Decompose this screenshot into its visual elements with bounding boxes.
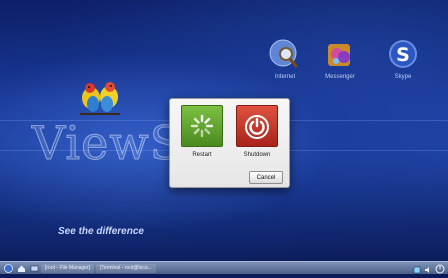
show-desktop-icon[interactable] [29,263,39,273]
network-icon[interactable] [413,259,421,278]
restart-spinner-icon [190,114,214,138]
viewsonic-birds-logo [78,78,122,116]
restart-label: Restart [192,152,212,158]
shutdown-tile[interactable] [236,105,278,147]
desktop-icon-label: Messenger [325,74,355,80]
svg-text:S: S [396,44,410,66]
logout-dialog: Restart Shutdown Cancel [169,98,290,188]
desktop-icon-label: Skype [394,74,412,80]
system-tray [413,259,448,278]
home-icon[interactable] [16,263,26,273]
shutdown-label: Shutdown [243,152,271,158]
tagline: See the difference [58,226,144,237]
shutdown-button[interactable]: Shutdown [235,105,279,158]
taskbar-item-file-manager[interactable]: [root - File Manager] [41,263,95,273]
desktop-icon-label: Internet [274,74,296,80]
restart-button[interactable]: Restart [180,105,224,158]
taskbar-item-terminal[interactable]: [Terminal - root@loca... [96,263,156,273]
power-icon [245,115,269,139]
desktop-icon-internet[interactable]: Internet [265,38,305,80]
messenger-icon [328,44,350,66]
skype-icon: S [389,40,417,68]
globe-search-icon [269,39,299,68]
desktop-icon-messenger[interactable]: Messenger [320,38,360,80]
volume-icon[interactable] [424,259,432,278]
desktop-icon-skype[interactable]: S Skype [383,38,423,80]
restart-tile[interactable] [181,105,223,147]
power-tray-icon[interactable] [435,259,445,278]
start-menu-icon[interactable] [3,263,13,273]
taskbar: [root - File Manager] [Terminal - root@l… [0,261,448,274]
brand-watermark: ViewS [31,116,183,171]
cancel-button[interactable]: Cancel [249,171,283,184]
